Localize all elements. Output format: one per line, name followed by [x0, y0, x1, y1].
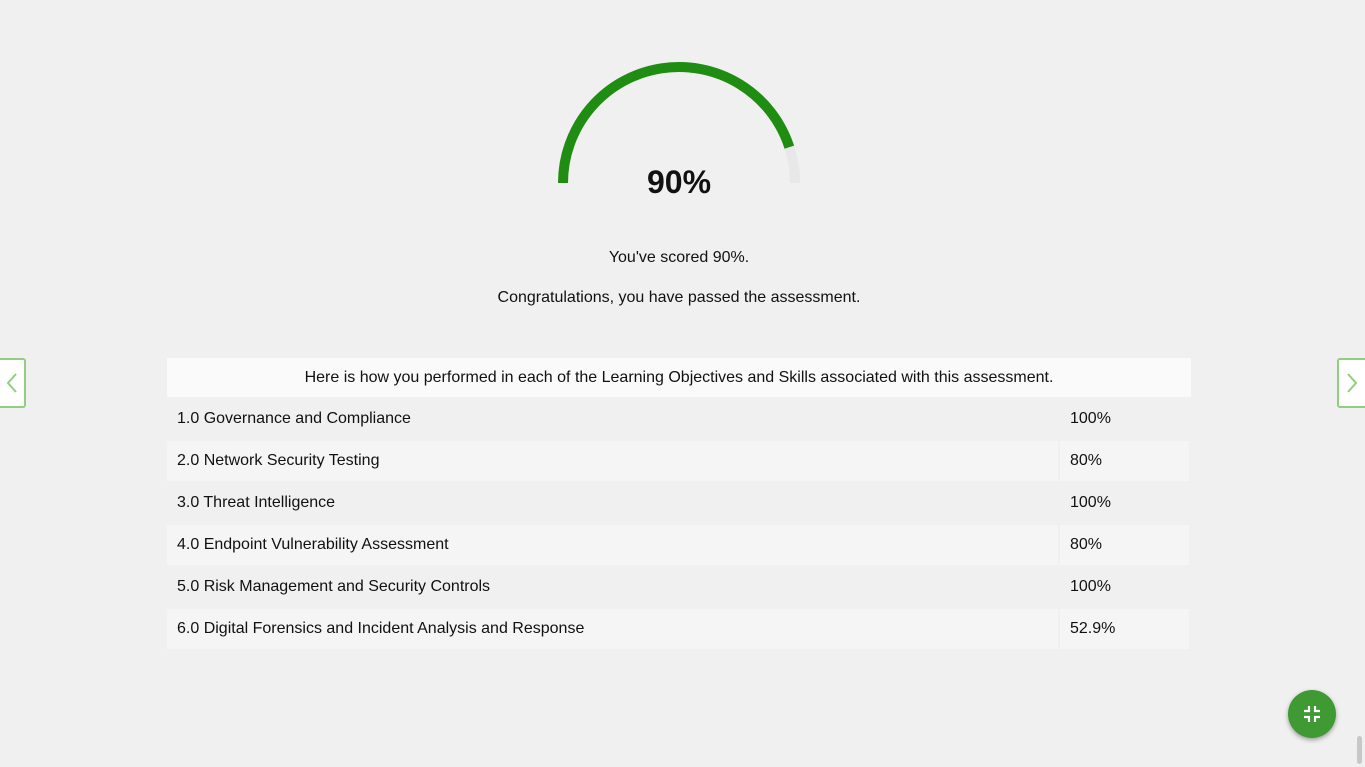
next-page-button[interactable]	[1337, 358, 1365, 408]
objective-name: 5.0 Risk Management and Security Control…	[167, 567, 1058, 607]
assessment-results-page: 90% You've scored 90%. Congratulations, …	[0, 0, 1365, 767]
table-row: 3.0 Threat Intelligence 100%	[167, 483, 1189, 523]
table-row: 6.0 Digital Forensics and Incident Analy…	[167, 609, 1189, 649]
objective-name: 4.0 Endpoint Vulnerability Assessment	[167, 525, 1058, 565]
objective-name: 2.0 Network Security Testing	[167, 441, 1058, 481]
table-row: 5.0 Risk Management and Security Control…	[167, 567, 1189, 607]
objective-score: 80%	[1060, 441, 1189, 481]
page-scrollbar[interactable]	[1357, 736, 1362, 764]
exit-fullscreen-icon	[1304, 706, 1320, 722]
table-row: 2.0 Network Security Testing 80%	[167, 441, 1189, 481]
score-percentage: 90%	[646, 164, 712, 200]
objective-name: 6.0 Digital Forensics and Incident Analy…	[167, 609, 1058, 649]
objective-name: 3.0 Threat Intelligence	[167, 483, 1058, 523]
pass-message: Congratulations, you have passed the ass…	[497, 289, 861, 306]
score-gauge: 90%	[554, 56, 804, 200]
table-row: 4.0 Endpoint Vulnerability Assessment 80…	[167, 525, 1189, 565]
table-row: 1.0 Governance and Compliance 100%	[167, 399, 1189, 439]
objective-score: 52.9%	[1060, 609, 1189, 649]
exit-fullscreen-button[interactable]	[1288, 690, 1336, 738]
objective-score: 80%	[1060, 525, 1189, 565]
objectives-results-table: Here is how you performed in each of the…	[167, 358, 1191, 649]
objective-name: 1.0 Governance and Compliance	[167, 399, 1058, 439]
chevron-right-icon	[1347, 373, 1358, 393]
chevron-left-icon	[6, 373, 17, 393]
objective-score: 100%	[1060, 399, 1189, 439]
score-message: You've scored 90%.	[608, 249, 750, 266]
objective-score: 100%	[1060, 567, 1189, 607]
previous-page-button[interactable]	[0, 358, 26, 408]
objective-score: 100%	[1060, 483, 1189, 523]
results-table-header: Here is how you performed in each of the…	[167, 358, 1191, 397]
